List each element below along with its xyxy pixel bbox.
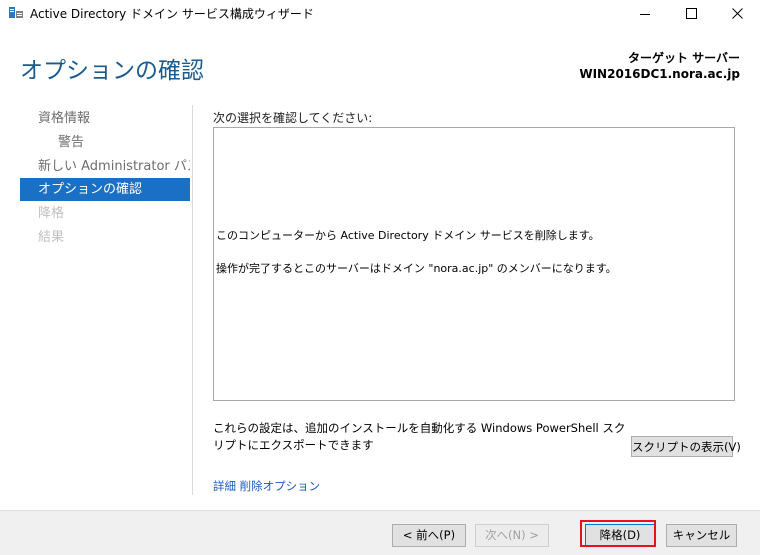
next-button: 次へ(N) > xyxy=(475,524,549,547)
title-bar: Active Directory ドメイン サービス構成ウィザード xyxy=(0,0,760,26)
previous-button[interactable]: < 前へ(P) xyxy=(392,524,466,547)
close-icon xyxy=(731,7,743,19)
nav-item-warnings[interactable]: 警告 xyxy=(20,131,190,154)
maximize-icon xyxy=(685,7,697,19)
review-label: 次の選択を確認してください: xyxy=(213,111,373,125)
wizard-header: オプションの確認 ターゲット サーバー WIN2016DC1.nora.ac.j… xyxy=(0,26,760,104)
cancel-button[interactable]: キャンセル xyxy=(666,524,737,547)
removal-options-details-link[interactable]: 詳細 削除オプション xyxy=(213,478,320,494)
window-title: Active Directory ドメイン サービス構成ウィザード xyxy=(30,7,314,21)
wizard-steps-nav: 資格情報 警告 新しい Administrator パス... オプションの確認… xyxy=(20,105,193,495)
nav-item-demotion: 降格 xyxy=(38,206,65,221)
review-summary-box[interactable]: このコンピューターから Active Directory ドメイン サービスを削… xyxy=(213,127,735,401)
view-script-button[interactable]: スクリプトの表示(V) xyxy=(631,436,741,457)
maximize-button[interactable] xyxy=(668,0,714,26)
minimize-icon xyxy=(640,13,650,15)
powershell-export-note: これらの設定は、追加のインストールを自動化する Windows PowerShe… xyxy=(213,421,626,452)
nav-item-review-options[interactable]: オプションの確認 xyxy=(20,178,190,201)
target-server-label: ターゲット サーバー xyxy=(627,51,740,65)
minimize-button[interactable] xyxy=(622,0,668,26)
nav-item-credentials[interactable]: 資格情報 xyxy=(20,107,190,130)
summary-line-domain-member: 操作が完了するとこのサーバーはドメイン "nora.ac.jp" のメンバーにな… xyxy=(216,262,617,275)
nav-item-new-admin-password[interactable]: 新しい Administrator パス... xyxy=(20,155,190,178)
nav-item-results: 結果 xyxy=(38,230,65,245)
summary-line-remove-adds: このコンピューターから Active Directory ドメイン サービスを削… xyxy=(216,229,600,242)
target-server-name: WIN2016DC1.nora.ac.jp xyxy=(579,67,740,81)
server-wizard-icon xyxy=(9,7,23,18)
demote-button-highlight xyxy=(580,520,656,547)
close-button[interactable] xyxy=(714,0,760,26)
page-title: オプションの確認 xyxy=(20,58,204,84)
